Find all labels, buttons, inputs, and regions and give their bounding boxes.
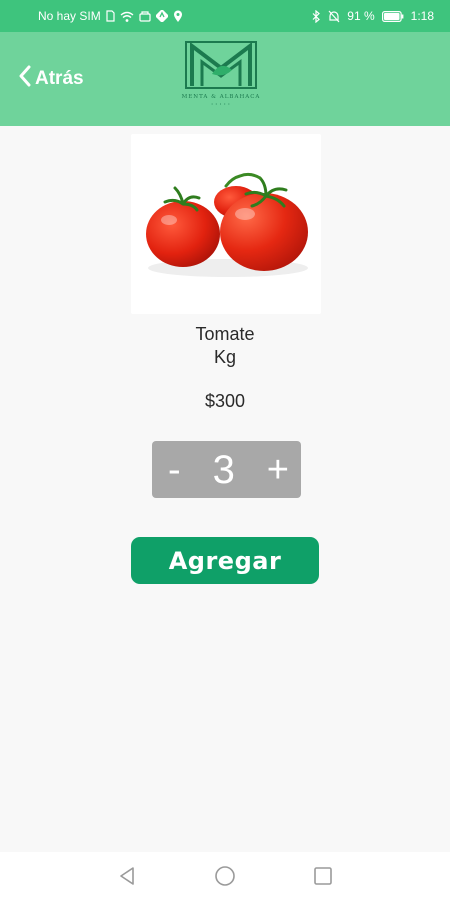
battery-icon bbox=[381, 10, 404, 22]
brand-logo: MENTA & ALBAHACA • • • • • bbox=[181, 40, 261, 112]
recents-square-icon[interactable] bbox=[311, 864, 335, 888]
mute-icon bbox=[328, 10, 340, 23]
product-image bbox=[131, 134, 321, 314]
bluetooth-icon bbox=[312, 9, 321, 23]
data-saver-icon bbox=[139, 10, 151, 22]
product-unit: Kg bbox=[213, 347, 237, 367]
status-bar: No hay SIM 91 % 1:18 bbox=[0, 0, 450, 32]
location-icon bbox=[173, 10, 183, 23]
logo-tagline-decoration: • • • • • bbox=[211, 102, 231, 106]
clock: 1:18 bbox=[410, 9, 434, 23]
back-label: Atrás bbox=[35, 68, 84, 89]
product-price: $300 bbox=[204, 391, 246, 411]
increment-button[interactable]: + bbox=[267, 451, 289, 489]
carrier-text: No hay SIM bbox=[38, 9, 101, 23]
logo-text: MENTA & ALBAHACA bbox=[181, 94, 261, 100]
product-name: Tomate bbox=[195, 324, 255, 344]
tomato-photo bbox=[146, 172, 308, 277]
app-header: Atrás MENTA & ALBAHACA • • • • • bbox=[0, 32, 450, 126]
system-nav-bar bbox=[0, 852, 450, 900]
status-left: No hay SIM bbox=[38, 9, 183, 23]
quantity-stepper: - 3 + bbox=[152, 441, 301, 498]
decrement-button[interactable]: - bbox=[168, 451, 181, 489]
quantity-value: 3 bbox=[212, 447, 235, 492]
back-triangle-icon[interactable] bbox=[115, 864, 139, 888]
status-right: 91 % 1:18 bbox=[312, 9, 434, 23]
chevron-left-icon bbox=[18, 65, 32, 93]
battery-percentage: 91 % bbox=[347, 9, 375, 23]
sim-icon bbox=[106, 10, 115, 22]
add-to-cart-button[interactable]: Agregar bbox=[131, 537, 319, 584]
back-button[interactable]: Atrás bbox=[18, 64, 84, 94]
home-circle-icon[interactable] bbox=[213, 864, 237, 888]
logo-mark-icon bbox=[185, 41, 257, 89]
wifi-icon bbox=[120, 11, 134, 22]
navigation-icon bbox=[155, 10, 168, 22]
